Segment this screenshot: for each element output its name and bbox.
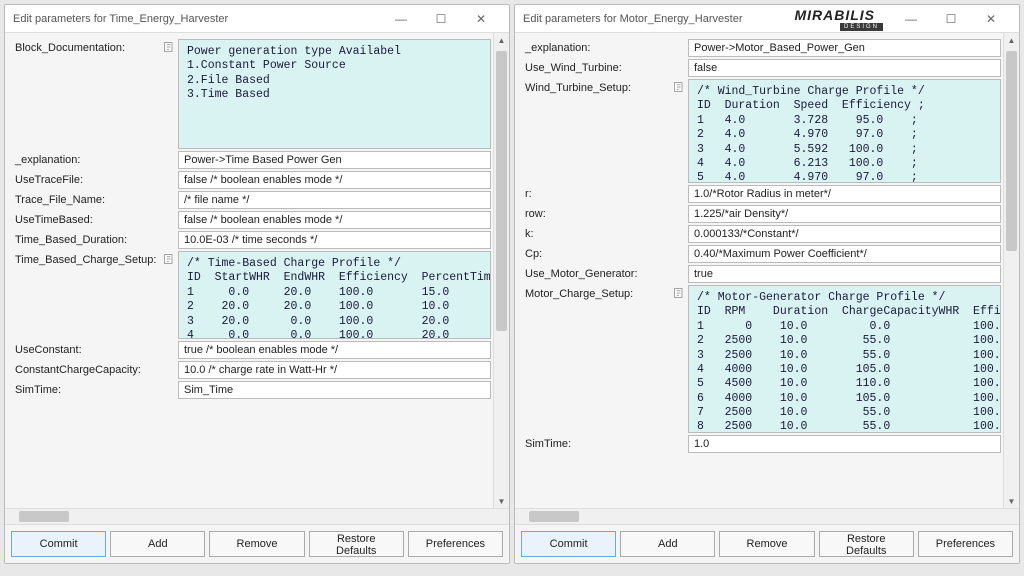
use-motor-generator-label: Use_Motor_Generator: (525, 265, 670, 280)
cp-field[interactable]: 0.40/*Maximum Power Coefficient*/ (688, 245, 1001, 263)
usetracefile-label: UseTraceFile: (15, 171, 160, 186)
cp-label: Cp: (525, 245, 670, 260)
vertical-scrollbar[interactable]: ▲ ▼ (1003, 33, 1019, 508)
wind-turbine-setup-text[interactable]: /* Wind_Turbine Charge Profile */ ID Dur… (688, 79, 1001, 183)
simtime-field[interactable]: 1.0 (688, 435, 1001, 453)
explanation-field[interactable]: Power->Time Based Power Gen (178, 151, 491, 169)
edit-icon[interactable] (670, 285, 688, 299)
timebased-charge-setup-text[interactable]: /* Time-Based Charge Profile */ ID Start… (178, 251, 491, 339)
edit-icon[interactable] (160, 251, 178, 265)
row-label: row: (525, 205, 670, 220)
useconstant-label: UseConstant: (15, 341, 160, 356)
edit-icon[interactable] (160, 39, 178, 53)
explanation-label: _explanation: (15, 151, 160, 166)
usetracefile-field[interactable]: false /* boolean enables mode */ (178, 171, 491, 189)
window-title-right: Edit parameters for Motor_Energy_Harvest… (523, 13, 794, 25)
motor-charge-setup-text[interactable]: /* Motor-Generator Charge Profile */ ID … (688, 285, 1001, 433)
window-time-energy-harvester: Edit parameters for Time_Energy_Harveste… (4, 4, 510, 564)
window-title-left: Edit parameters for Time_Energy_Harveste… (13, 13, 381, 25)
close-button[interactable]: ✕ (461, 7, 501, 31)
commit-button[interactable]: Commit (11, 531, 106, 557)
block-documentation-text[interactable]: Power generation type Availabel 1.Consta… (178, 39, 491, 149)
constantchargecapacity-label: ConstantChargeCapacity: (15, 361, 160, 376)
preferences-button[interactable]: Preferences (918, 531, 1013, 557)
horizontal-scrollbar[interactable] (515, 508, 1019, 524)
edit-icon[interactable] (670, 79, 688, 93)
titlebar-right[interactable]: Edit parameters for Motor_Energy_Harvest… (515, 5, 1019, 33)
motor-charge-setup-label: Motor_Charge_Setup: (525, 285, 670, 300)
minimize-button[interactable]: — (381, 7, 421, 31)
vertical-scrollbar[interactable]: ▲ ▼ (493, 33, 509, 508)
preferences-button[interactable]: Preferences (408, 531, 503, 557)
timebased-duration-label: Time_Based_Duration: (15, 231, 160, 246)
r-field[interactable]: 1.0/*Rotor Radius in meter*/ (688, 185, 1001, 203)
useconstant-field[interactable]: true /* boolean enables mode */ (178, 341, 491, 359)
close-button[interactable]: ✕ (971, 7, 1011, 31)
maximize-button[interactable]: ☐ (931, 7, 971, 31)
maximize-button[interactable]: ☐ (421, 7, 461, 31)
r-label: r: (525, 185, 670, 200)
remove-button[interactable]: Remove (719, 531, 814, 557)
simtime-field[interactable]: Sim_Time (178, 381, 491, 399)
explanation-label: _explanation: (525, 39, 670, 54)
use-wind-turbine-label: Use_Wind_Turbine: (525, 59, 670, 74)
block-documentation-label: Block_Documentation: (15, 39, 160, 54)
timebased-charge-setup-label: Time_Based_Charge_Setup: (15, 251, 160, 266)
usetimebased-field[interactable]: false /* boolean enables mode */ (178, 211, 491, 229)
remove-button[interactable]: Remove (209, 531, 304, 557)
restore-defaults-button[interactable]: Restore Defaults (819, 531, 914, 557)
row-field[interactable]: 1.225/*air Density*/ (688, 205, 1001, 223)
minimize-button[interactable]: — (891, 7, 931, 31)
simtime-label: SimTime: (15, 381, 160, 396)
k-label: k: (525, 225, 670, 240)
add-button[interactable]: Add (620, 531, 715, 557)
constantchargecapacity-field[interactable]: 10.0 /* charge rate in Watt-Hr */ (178, 361, 491, 379)
titlebar-left[interactable]: Edit parameters for Time_Energy_Harveste… (5, 5, 509, 33)
commit-button[interactable]: Commit (521, 531, 616, 557)
use-wind-turbine-field[interactable]: false (688, 59, 1001, 77)
add-button[interactable]: Add (110, 531, 205, 557)
use-motor-generator-field[interactable]: true (688, 265, 1001, 283)
simtime-label: SimTime: (525, 435, 670, 450)
horizontal-scrollbar[interactable] (5, 508, 509, 524)
explanation-field[interactable]: Power->Motor_Based_Power_Gen (688, 39, 1001, 57)
wind-turbine-setup-label: Wind_Turbine_Setup: (525, 79, 670, 94)
window-motor-energy-harvester: Edit parameters for Motor_Energy_Harvest… (514, 4, 1020, 564)
restore-defaults-button[interactable]: Restore Defaults (309, 531, 404, 557)
timebased-duration-field[interactable]: 10.0E-03 /* time seconds */ (178, 231, 491, 249)
tracefilename-label: Trace_File_Name: (15, 191, 160, 206)
k-field[interactable]: 0.000133/*Constant*/ (688, 225, 1001, 243)
tracefilename-field[interactable]: /* file name */ (178, 191, 491, 209)
brand-logo: MIRABILIS DESIGN (794, 7, 883, 31)
usetimebased-label: UseTimeBased: (15, 211, 160, 226)
